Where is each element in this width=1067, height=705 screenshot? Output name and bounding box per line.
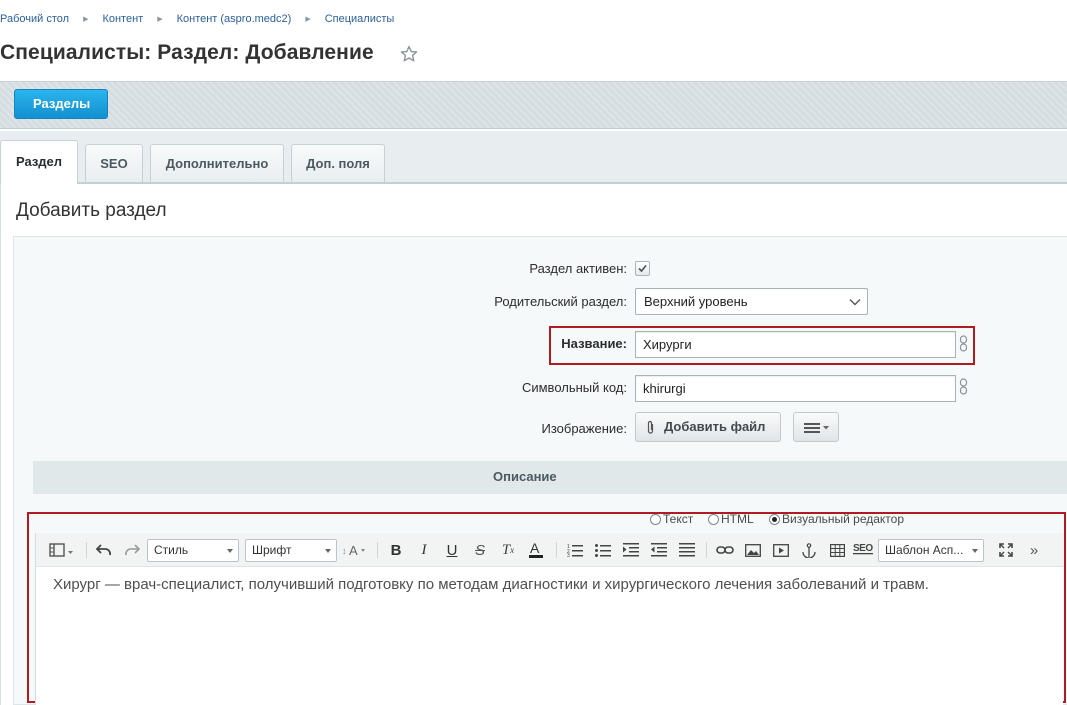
clear-format-icon[interactable]: Tx bbox=[496, 533, 520, 567]
svg-text:A: A bbox=[530, 541, 540, 556]
image-icon[interactable] bbox=[740, 533, 766, 567]
toolbar-divider bbox=[86, 542, 87, 558]
mode-text[interactable]: Текст bbox=[650, 512, 693, 526]
mode-html[interactable]: HTML bbox=[708, 512, 754, 526]
page: Рабочий стол ▶ Контент ▶ Контент (aspro.… bbox=[0, 0, 1067, 705]
link-icon[interactable] bbox=[959, 335, 968, 352]
visual-editor: Стиль Шрифт ↕ A B I U S Tx A 123 SEO Шаб… bbox=[35, 533, 1064, 705]
bold-icon[interactable]: B bbox=[384, 533, 408, 567]
outdent-icon[interactable] bbox=[646, 533, 672, 567]
radio-icon bbox=[650, 513, 661, 525]
unordered-list-icon[interactable] bbox=[590, 533, 616, 567]
name-label: Название: bbox=[561, 336, 627, 351]
sections-button[interactable]: Разделы bbox=[14, 89, 109, 119]
svg-text:↕: ↕ bbox=[342, 546, 347, 556]
seo-icon[interactable]: SEO bbox=[850, 533, 876, 567]
file-menu-button[interactable] bbox=[793, 412, 839, 442]
description-header: Описание bbox=[33, 461, 1067, 494]
code-label: Символьный код: bbox=[521, 380, 627, 395]
sections-button-label: Разделы bbox=[33, 96, 91, 111]
menu-icon bbox=[804, 423, 829, 433]
parent-select[interactable]: Верхний уровень bbox=[635, 288, 868, 315]
more-icon[interactable]: » bbox=[1021, 533, 1047, 567]
paperclip-icon bbox=[647, 420, 654, 434]
underline-icon[interactable]: U bbox=[440, 533, 464, 567]
checkmark-icon bbox=[638, 264, 647, 273]
svg-text:3: 3 bbox=[567, 553, 570, 557]
anchor-icon[interactable] bbox=[796, 533, 822, 567]
tab-seo[interactable]: SEO bbox=[85, 144, 143, 182]
tabs-bar: Раздел SEO Дополнительно Доп. поля bbox=[0, 131, 1067, 184]
font-size-icon[interactable]: ↕ A bbox=[341, 533, 367, 567]
breadcrumb-separator-icon: ▶ bbox=[305, 16, 311, 23]
strikethrough-icon[interactable]: S bbox=[468, 533, 492, 567]
toolbar-divider bbox=[556, 542, 557, 558]
tab-section[interactable]: Раздел bbox=[0, 140, 78, 184]
toolbar-divider bbox=[706, 542, 707, 558]
link-icon[interactable] bbox=[959, 378, 968, 395]
svg-text:SEO: SEO bbox=[853, 543, 873, 554]
mode-text-label: Текст bbox=[663, 512, 694, 526]
breadcrumb-separator-icon: ▶ bbox=[83, 16, 89, 23]
tab-extra-fields[interactable]: Доп. поля bbox=[291, 144, 385, 182]
mode-html-label: HTML bbox=[721, 512, 754, 526]
font-select-value: Шрифт bbox=[252, 543, 292, 557]
parent-select-value: Верхний уровень bbox=[644, 294, 748, 309]
svg-text:A: A bbox=[349, 543, 358, 557]
radio-selected-icon bbox=[769, 513, 780, 525]
align-icon[interactable] bbox=[674, 533, 700, 567]
star-icon[interactable] bbox=[399, 44, 419, 64]
dropdown-arrow-icon bbox=[972, 549, 978, 553]
active-checkbox[interactable] bbox=[635, 261, 650, 276]
image-label: Изображение: bbox=[541, 421, 627, 436]
toolbar: Разделы bbox=[0, 81, 1067, 129]
italic-icon[interactable]: I bbox=[412, 533, 436, 567]
text-color-icon[interactable]: A bbox=[524, 533, 548, 567]
code-input[interactable]: khirurgi bbox=[635, 375, 956, 402]
indent-icon[interactable] bbox=[618, 533, 644, 567]
template-select[interactable]: Шаблон Асп... bbox=[878, 539, 984, 562]
toggle-view-icon[interactable] bbox=[46, 533, 78, 567]
parent-label: Родительский раздел: bbox=[494, 294, 627, 309]
mode-visual-label: Визуальный редактор bbox=[782, 512, 905, 526]
hyperlink-icon[interactable] bbox=[712, 533, 738, 567]
font-select[interactable]: Шрифт bbox=[245, 539, 337, 562]
dropdown-arrow-icon bbox=[325, 549, 331, 553]
add-file-button[interactable]: Добавить файл bbox=[635, 412, 781, 442]
undo-icon[interactable] bbox=[92, 533, 116, 567]
breadcrumb-item-content-aspro[interactable]: Контент (aspro.medc2) bbox=[177, 13, 292, 25]
redo-icon[interactable] bbox=[120, 533, 144, 567]
mode-visual[interactable]: Визуальный редактор bbox=[769, 512, 904, 526]
dropdown-arrow-icon bbox=[227, 549, 233, 553]
add-file-label: Добавить файл bbox=[664, 419, 766, 434]
section-title: Добавить раздел bbox=[16, 200, 167, 221]
editor-content[interactable]: Хирург — врач-специалист, получивший под… bbox=[53, 576, 929, 593]
name-input[interactable]: Хирурги bbox=[635, 331, 956, 358]
breadcrumb-separator-icon: ▶ bbox=[157, 16, 163, 23]
breadcrumb-item-desktop[interactable]: Рабочий стол bbox=[0, 13, 69, 25]
style-select[interactable]: Стиль bbox=[147, 539, 239, 562]
fullscreen-icon[interactable] bbox=[993, 533, 1019, 567]
template-select-value: Шаблон Асп... bbox=[885, 543, 964, 557]
video-icon[interactable] bbox=[768, 533, 794, 567]
editor-toolbar: Стиль Шрифт ↕ A B I U S Tx A 123 SEO Шаб… bbox=[36, 533, 1064, 567]
toolbar-divider bbox=[377, 542, 378, 558]
table-icon[interactable] bbox=[824, 533, 850, 567]
breadcrumb: Рабочий стол ▶ Контент ▶ Контент (aspro.… bbox=[0, 12, 394, 26]
chevron-down-icon bbox=[849, 299, 861, 306]
radio-icon bbox=[708, 513, 719, 525]
breadcrumb-item-content[interactable]: Контент bbox=[102, 13, 143, 25]
ordered-list-icon[interactable]: 123 bbox=[562, 533, 588, 567]
page-title: Специалисты: Раздел: Добавление bbox=[0, 41, 374, 64]
tab-additional[interactable]: Дополнительно bbox=[150, 144, 284, 182]
style-select-value: Стиль bbox=[154, 543, 189, 557]
active-label: Раздел активен: bbox=[529, 261, 627, 276]
breadcrumb-item-specialists[interactable]: Специалисты bbox=[325, 13, 395, 25]
